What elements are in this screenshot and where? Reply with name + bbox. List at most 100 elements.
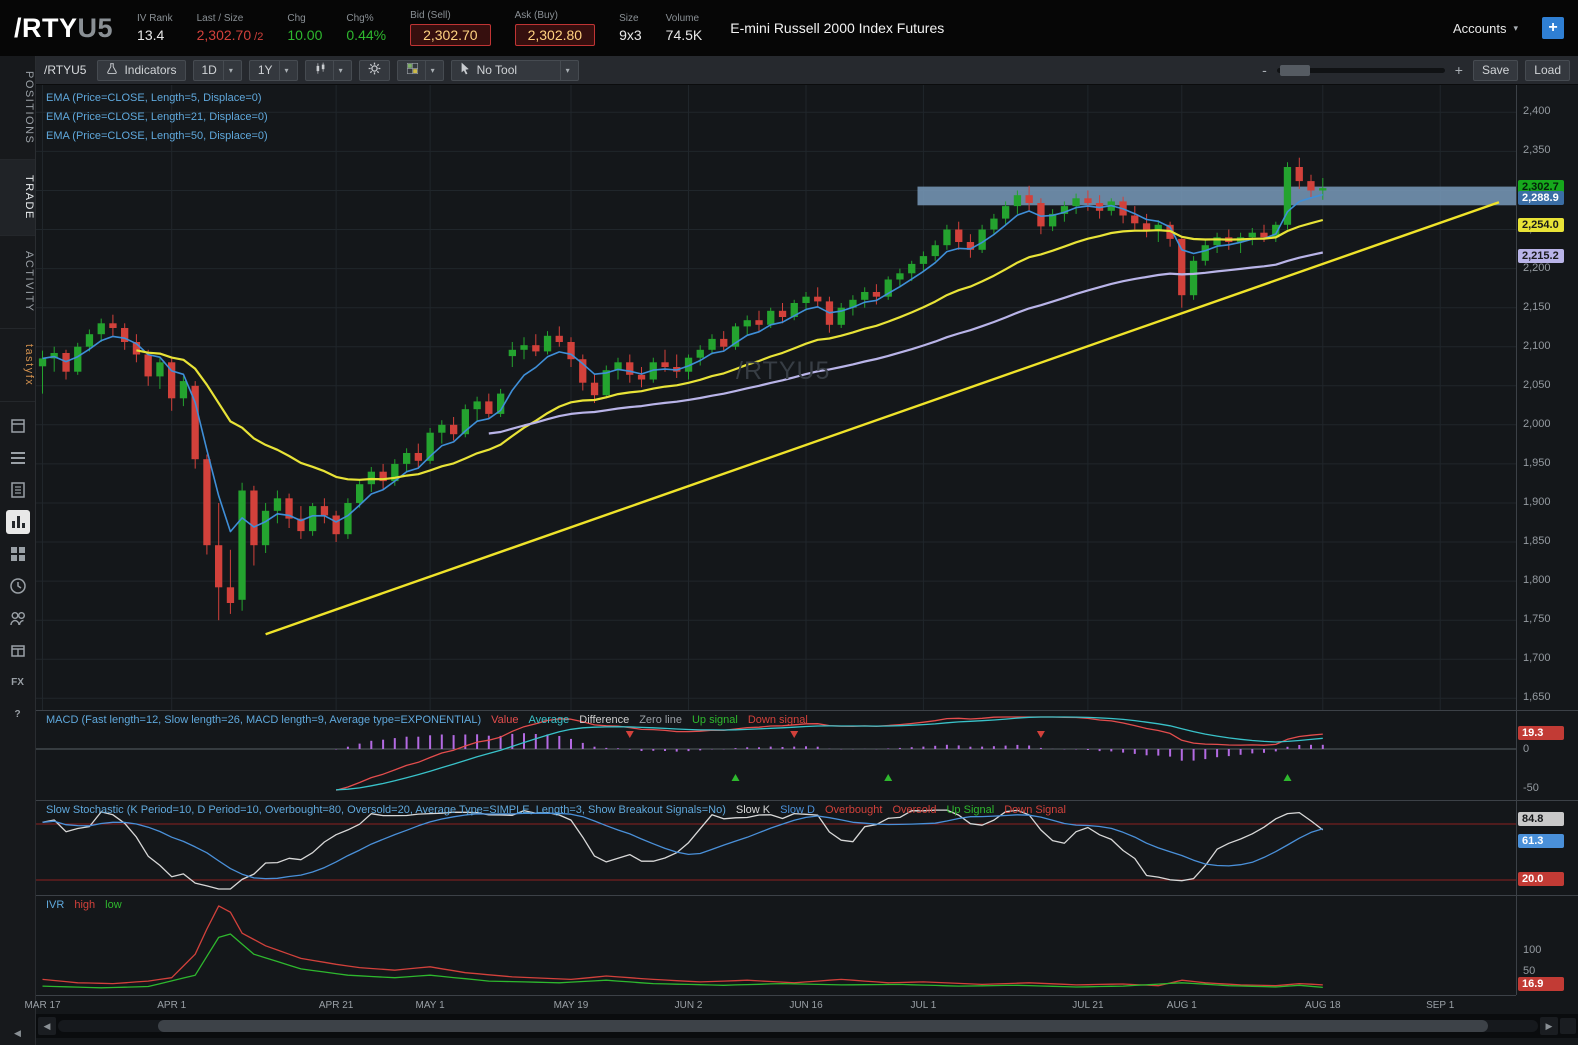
horizontal-scrollbar: ◀ ▶ [36,1014,1578,1038]
legend-item: Overbought [824,804,883,816]
study-title[interactable]: Slow Stochastic (K Period=10, D Period=1… [46,804,726,816]
scroll-left-button[interactable]: ◀ [38,1017,56,1035]
legend-item: Down signal [747,714,808,726]
indicators-button[interactable]: Indicators [97,59,186,81]
sidebar-tab-trade[interactable]: TRADE [0,160,35,237]
zoom-in-button[interactable]: + [1452,62,1466,78]
axis-tick: 100 [1523,944,1542,956]
legend-item: Down Signal [1004,804,1066,816]
timeframe-value: 1D [201,63,217,77]
bid-field: Bid (Sell) 2,302.70 [410,10,491,46]
scrollbar-thumb[interactable] [158,1020,1488,1032]
products-box-icon[interactable] [6,638,30,662]
volume-label: Volume [665,13,700,24]
time-axis-label: AUG 18 [1305,1000,1341,1011]
size-label: Size [619,13,639,24]
help-icon[interactable]: ? [6,702,30,726]
sidebar-collapse-button[interactable]: ◀ [14,1028,21,1039]
last-size-field: Last / Size 2,302.70 /2 [197,13,264,43]
ivr-axis[interactable]: 100 50 16.9 [1516,896,1578,995]
zoom-slider-thumb[interactable] [1279,64,1310,76]
time-axis-label: MAY 19 [553,1000,589,1011]
time-axis-label: JUL 1 [910,1000,937,1011]
legend-item: Oversold [892,804,937,816]
grid-layout-dropdown[interactable]: ▾ [396,59,444,81]
positions-doc-icon[interactable] [6,478,30,502]
time-axis-label: APR 21 [318,1000,354,1011]
axis-badge: 84.8 [1518,811,1564,826]
sidebar-tab-activity[interactable]: ACTIVITY [0,236,35,329]
chevron-down-icon: ▾ [332,60,343,80]
size-field: Size 9x3 [619,13,642,43]
chart-settings-button[interactable] [358,59,390,81]
history-clock-icon[interactable] [6,574,30,598]
bid-button[interactable]: 2,302.70 [410,24,491,46]
legend-item: Zero line [639,714,682,726]
scrollbar-track[interactable] [58,1020,1538,1032]
price-axis[interactable]: 2,4002,3502,3002,2502,2002,1502,1002,050… [1516,85,1578,710]
zoom-out-button[interactable]: - [1259,62,1270,78]
chevron-down-icon: ▾ [424,60,435,80]
chevron-down-icon: ▾ [278,60,289,80]
volume-field: Volume 74.5K [666,13,703,43]
ivr-chart-canvas[interactable] [36,896,1516,996]
symbol-title: /RTYU5 [14,13,113,44]
study-title[interactable]: IVR [46,899,64,911]
axis-badge: 19.3 [1518,725,1564,740]
time-axis-label: MAR 17 [24,1000,61,1011]
macd-axis[interactable]: 0 -50 19.3 [1516,711,1578,800]
fx-icon[interactable]: FX [6,670,30,694]
ema-study-label[interactable]: EMA (Price=CLOSE, Length=21, Displace=0) [46,111,268,123]
axis-tick: 1,900 [1523,496,1551,508]
community-people-icon[interactable] [6,606,30,630]
quote-header: /RTYU5 IV Rank 13.4 Last / Size 2,302.70… [0,0,1578,56]
instrument-description: E-mini Russell 2000 Index Futures [730,20,945,36]
time-axis[interactable]: MAR 17 APR 1 APR 21 MAY 1 MAY 19 JUN 2 JUN 16 J… [24,995,1516,1014]
indicators-label: Indicators [124,63,177,77]
scroll-right-button[interactable]: ▶ [1540,1017,1558,1035]
accounts-dropdown[interactable]: Accounts ▾ [1453,21,1518,36]
price-panel: EMA (Price=CLOSE, Length=5, Displace=0) E… [36,85,1578,710]
ema-study-label[interactable]: EMA (Price=CLOSE, Length=50, Displace=0) [46,130,268,142]
axis-tick: 1,700 [1523,652,1551,665]
ask-button[interactable]: 2,302.80 [514,24,596,46]
price-chart-canvas[interactable] [36,85,1516,710]
axis-tick: 2,350 [1523,144,1551,157]
stochastic-axis[interactable]: 84.8 61.3 20.0 [1516,801,1578,895]
legend-item: Difference [579,714,630,726]
axis-tick: 1,650 [1523,691,1551,704]
axis-tick: 50 [1523,965,1536,977]
timeframe-dropdown[interactable]: 1D ▾ [192,59,242,81]
chart-area: EMA (Price=CLOSE, Length=5, Displace=0) E… [24,85,1578,1045]
iv-rank-field: IV Rank 13.4 [137,13,173,43]
scroll-corner [1560,1018,1576,1034]
load-button[interactable]: Load [1525,59,1570,81]
dashboard-grid-icon[interactable] [6,542,30,566]
thinkorswim-app: /RTYU5 IV Rank 13.4 Last / Size 2,302.70… [0,0,1578,1045]
sidebar-tab-tastyfx[interactable]: tastyfx [0,329,35,402]
chart-style-dropdown[interactable]: ▾ [304,59,352,81]
sidebar-tab-positions[interactable]: POSITIONS [0,56,35,161]
last-size-value: 2,302.70 /2 [196,27,264,43]
range-dropdown[interactable]: 1Y ▾ [248,59,298,81]
chg-label: Chg [287,13,306,24]
save-button[interactable]: Save [1472,59,1519,81]
time-axis-label: JUN 2 [674,1000,703,1011]
add-symbol-button[interactable]: + [1542,17,1564,39]
orders-icon[interactable] [6,446,30,470]
drawing-tool-dropdown[interactable]: No Tool ▾ [450,59,579,81]
study-title[interactable]: MACD (Fast length=12, Slow length=26, MA… [46,714,481,726]
legend-item: Value [491,714,519,726]
watchlist-icon[interactable] [6,414,30,438]
iv-rank-value: 13.4 [137,27,165,43]
zoom-slider[interactable] [1276,64,1445,76]
ema-study-label[interactable]: EMA (Price=CLOSE, Length=5, Displace=0) [46,92,268,104]
chevron-down-icon: ▾ [222,60,233,80]
legend-item: Slow K [735,804,771,816]
flask-icon [106,62,118,78]
chart-icon[interactable] [5,510,30,534]
time-axis-label: JUN 16 [789,1000,823,1011]
left-sidebar: POSITIONS TRADE ACTIVITY tastyfx FX? ◀ [0,56,36,1045]
axis-badge: 2,254.0 [1518,218,1564,233]
chevron-down-icon: ▾ [559,60,570,80]
